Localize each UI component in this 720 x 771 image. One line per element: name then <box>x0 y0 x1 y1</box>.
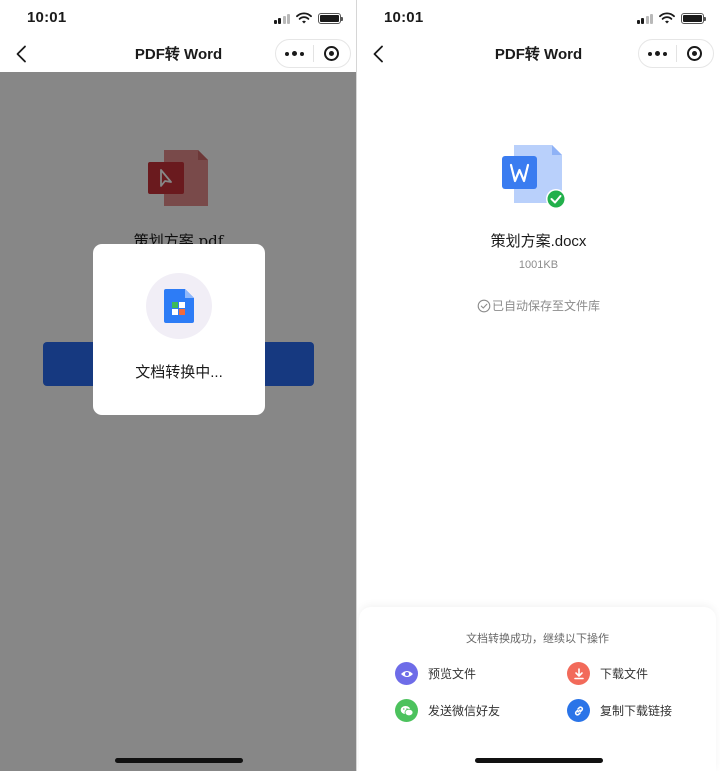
status-time: 10:01 <box>27 9 67 26</box>
auto-saved-text: 已自动保存至文件库 <box>491 299 600 313</box>
home-indicator <box>474 758 603 763</box>
word-file-icon <box>502 145 566 209</box>
mini-program-capsule <box>275 39 351 68</box>
download-icon <box>567 662 590 685</box>
signal-icon <box>273 13 290 24</box>
copy-link-label: 复制下载链接 <box>600 704 673 718</box>
preview-file-button[interactable]: 预览文件 <box>395 662 476 685</box>
send-wechat-label: 发送微信好友 <box>428 704 501 718</box>
check-badge-icon <box>546 189 566 209</box>
wifi-icon <box>659 12 675 24</box>
more-dots-icon[interactable] <box>276 40 313 67</box>
auto-saved-notice: 已自动保存至文件库 <box>357 297 720 314</box>
panel-title: 文档转换成功，继续以下操作 <box>466 633 609 645</box>
check-circle-icon <box>477 299 491 312</box>
loading-dialog: 文档转换中... <box>93 244 265 415</box>
wifi-icon <box>296 12 312 24</box>
nav-bar: PDF转 Word <box>357 36 720 72</box>
battery-icon <box>681 12 706 24</box>
signal-icon <box>636 13 653 24</box>
status-bar: 10:01 <box>0 0 357 36</box>
loading-mask <box>0 72 357 771</box>
home-indicator <box>114 758 243 763</box>
preview-file-label: 预览文件 <box>428 667 477 681</box>
actions-panel: 文档转换成功，继续以下操作 预览文件 下载文件 发送微信好友 复制下载链接 <box>359 607 716 771</box>
result-screen: 10:01 PDF转 Word 策划方案.docx 1001KB 已自动保存至文… <box>357 0 720 771</box>
more-dots-icon[interactable] <box>639 40 676 67</box>
target-close-icon[interactable] <box>676 40 713 67</box>
converting-screen: 策划方案.pdf 10:01 PDF转 Word 文档转换中... <box>0 0 357 771</box>
target-close-icon[interactable] <box>313 40 350 67</box>
loading-text: 文档转换中... <box>135 364 223 381</box>
eye-icon <box>395 662 418 685</box>
link-icon <box>567 699 590 722</box>
status-bar: 10:01 <box>357 0 720 36</box>
docx-filename: 策划方案.docx <box>490 233 587 250</box>
copy-link-button[interactable]: 复制下载链接 <box>567 699 672 722</box>
download-file-button[interactable]: 下载文件 <box>567 662 648 685</box>
battery-icon <box>318 12 343 24</box>
mini-program-capsule <box>638 39 714 68</box>
converting-doc-icon <box>164 289 194 323</box>
status-time: 10:01 <box>384 9 424 26</box>
download-file-label: 下载文件 <box>600 667 649 681</box>
send-wechat-button[interactable]: 发送微信好友 <box>395 699 500 722</box>
file-size: 1001KB <box>518 259 559 271</box>
wechat-icon <box>395 699 418 722</box>
nav-bar: PDF转 Word <box>0 36 357 72</box>
